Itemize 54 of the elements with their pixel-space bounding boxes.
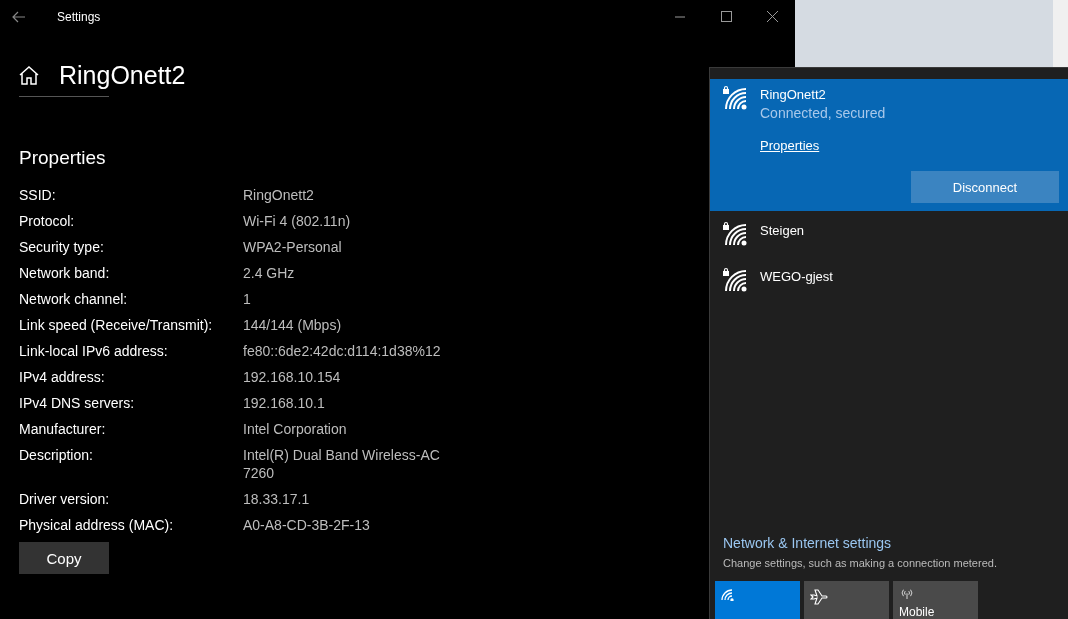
window-title: Settings: [57, 9, 102, 24]
copy-button[interactable]: Copy: [19, 542, 109, 574]
property-value: 2.4 GHz: [243, 264, 296, 282]
home-icon[interactable]: [19, 65, 39, 85]
property-label: Physical address (MAC):: [19, 516, 175, 534]
property-label: Protocol:: [19, 212, 76, 230]
property-value: 18.33.17.1: [243, 490, 311, 508]
property-value: 192.168.10.154: [243, 368, 342, 386]
property-value: Wi-Fi 4 (802.11n): [243, 212, 352, 230]
property-label: Link-local IPv6 address:: [19, 342, 169, 360]
network-item[interactable]: WEGO-gjest: [710, 257, 1068, 303]
quick-action-tile[interactable]: [804, 581, 889, 619]
properties-link[interactable]: Properties: [760, 138, 820, 153]
property-label: Link speed (Receive/Transmit):: [19, 316, 214, 334]
network-name: RingOnett2: [760, 87, 827, 102]
close-icon: [766, 11, 778, 22]
property-value: 192.168.10.1: [243, 394, 326, 412]
network-settings-link[interactable]: Network & Internet settings: [723, 535, 892, 551]
property-label: Driver version:: [19, 490, 111, 508]
property-label: Manufacturer:: [19, 420, 107, 438]
network-name: WEGO-gjest: [760, 269, 833, 284]
network-item[interactable]: RingOnett2 Connected, secured Properties Disconnect: [710, 79, 1068, 211]
property-value: 1: [243, 290, 252, 308]
property-value: fe80::6de2:42dc:d114:1d38%12: [243, 342, 442, 360]
property-value: WPA2-Personal: [243, 238, 343, 256]
property-value: A0-A8-CD-3B-2F-13: [243, 516, 371, 534]
wifi-lock-icon: [722, 221, 748, 247]
network-name: Steigen: [760, 223, 805, 238]
page-title: RingOnett2: [59, 60, 186, 90]
wifi-lock-icon: [722, 85, 748, 111]
wifi-lock-icon: [722, 267, 748, 293]
back-arrow-icon: [12, 10, 26, 23]
network-status: Connected, secured: [760, 105, 886, 121]
wifi-icon: [721, 589, 735, 601]
maximize-icon: [720, 11, 732, 22]
antenna-icon: [899, 589, 915, 599]
property-label: Description:: [19, 446, 94, 465]
property-label: Network channel:: [19, 290, 129, 308]
property-value: Intel(R) Dual Band Wireless-AC 7260: [243, 446, 441, 482]
property-value: RingOnett2: [243, 186, 315, 204]
settings-hint: Change settings, such as making a connection metered.: [723, 557, 998, 569]
property-label: Network band:: [19, 264, 111, 282]
quick-action-tile[interactable]: [715, 581, 800, 619]
property-label: IPv4 DNS servers:: [19, 394, 136, 412]
property-label: IPv4 address:: [19, 368, 106, 386]
property-label: Security type:: [19, 238, 105, 256]
network-item[interactable]: Steigen: [710, 211, 1068, 257]
property-label: SSID:: [19, 186, 57, 204]
quick-action-tile[interactable]: Mobile: [893, 581, 978, 619]
property-value: Intel Corporation: [243, 420, 348, 438]
disconnect-button[interactable]: Disconnect: [911, 171, 1059, 203]
property-value: 144/144 (Mbps): [243, 316, 343, 334]
minimize-icon: [675, 15, 685, 18]
airplane-icon: [810, 589, 828, 605]
